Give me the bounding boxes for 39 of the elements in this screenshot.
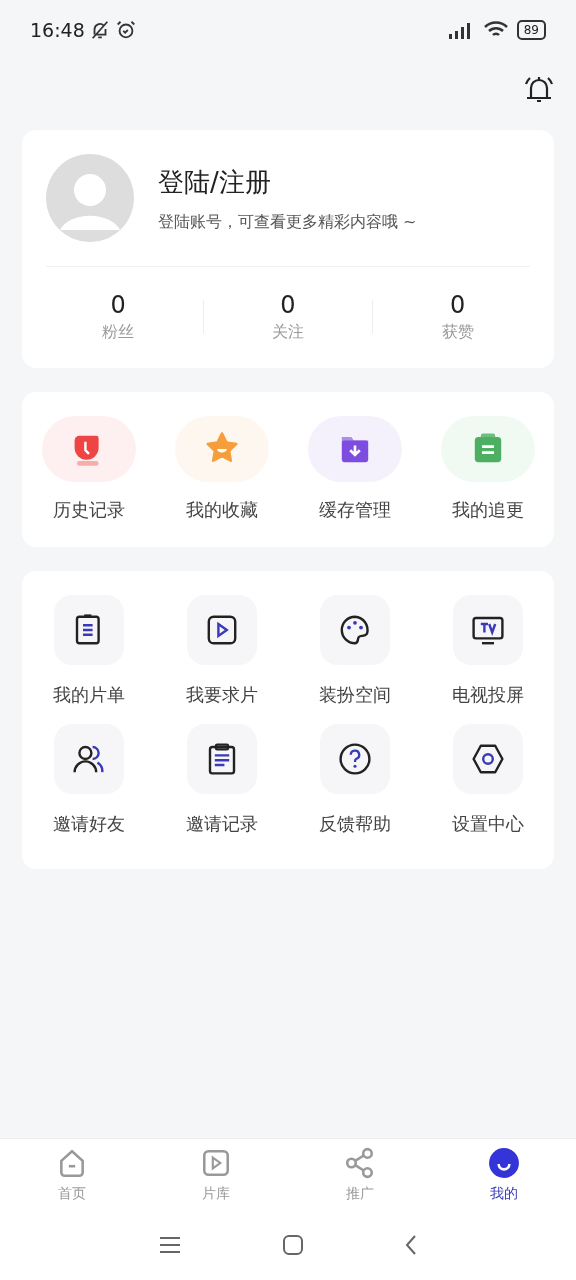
tool-button[interactable] xyxy=(452,594,523,665)
tool-label[interactable]: 邀请记录 xyxy=(185,809,258,837)
stat-count: 0 xyxy=(449,291,467,320)
tool-button[interactable] xyxy=(452,723,523,794)
tool-button[interactable] xyxy=(186,594,257,665)
quick-action-label[interactable]: 我的收藏 xyxy=(185,495,258,523)
tool-button[interactable] xyxy=(53,594,124,665)
tool-label[interactable]: 设置中心 xyxy=(451,809,524,837)
stat-count: 0 xyxy=(109,291,127,320)
tool-button[interactable] xyxy=(186,723,257,794)
tool-label[interactable]: 装扮空间 xyxy=(318,680,391,708)
tool-label[interactable]: 电视投屏 xyxy=(451,680,524,708)
play-icon xyxy=(200,1147,232,1179)
back-icon[interactable] xyxy=(404,1234,418,1256)
help-icon xyxy=(336,740,373,777)
tool-label[interactable]: 我要求片 xyxy=(185,680,258,708)
quick-action-label[interactable]: 缓存管理 xyxy=(318,495,391,523)
tool-button[interactable] xyxy=(319,723,390,794)
battery-indicator: 89 xyxy=(516,20,546,40)
tab-bar-item[interactable]: 我的 xyxy=(432,1139,576,1210)
tool-button[interactable] xyxy=(53,723,124,794)
home-button-icon[interactable] xyxy=(282,1234,304,1256)
tool-button[interactable] xyxy=(319,594,390,665)
tool-label[interactable]: 邀请好友 xyxy=(52,809,125,837)
stat-label: 获赞 xyxy=(440,320,475,343)
share-icon xyxy=(344,1147,376,1179)
smile-icon xyxy=(488,1147,520,1179)
tool-label[interactable]: 我的片单 xyxy=(52,680,125,708)
stat-count: 0 xyxy=(279,291,297,320)
login-register-link[interactable]: 登陆/注册 xyxy=(158,162,417,202)
quick-action-label[interactable]: 我的追更 xyxy=(451,495,524,523)
status-time: 16:48 xyxy=(30,17,85,43)
alarm-icon xyxy=(114,19,137,41)
login-hint-text: 登陆账号，可查看更多精彩内容哦 ~ xyxy=(158,210,417,233)
quick-action-label[interactable]: 历史记录 xyxy=(52,495,125,523)
stat-label: 粉丝 xyxy=(101,320,136,343)
tool-label[interactable]: 反馈帮助 xyxy=(318,809,391,837)
menu-icon[interactable] xyxy=(158,1235,182,1255)
stat-label: 关注 xyxy=(270,320,305,343)
